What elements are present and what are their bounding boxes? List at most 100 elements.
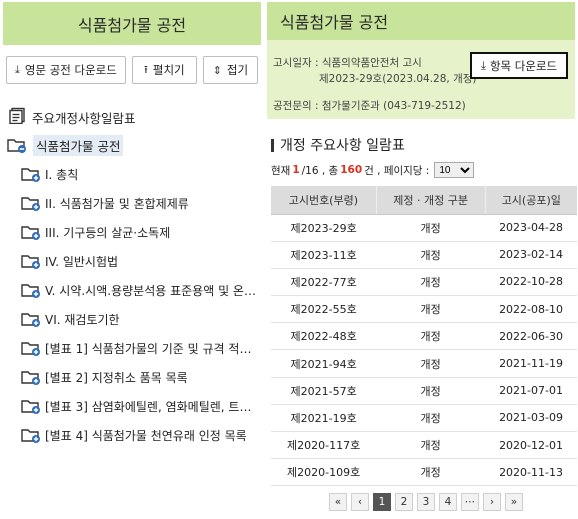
first-page-button[interactable]: « bbox=[329, 493, 347, 511]
cell-date: 2021-11-19 bbox=[485, 349, 577, 378]
tree-item-6[interactable]: VI. 재검토기한 bbox=[3, 308, 261, 330]
tree-item-4[interactable]: IV. 일반시험법 bbox=[3, 250, 261, 272]
cell-date: 2020-12-01 bbox=[485, 431, 577, 460]
english-download-button[interactable]: ⤓ 영문 공전 다운로드 bbox=[6, 56, 126, 84]
cell-type: 개정 bbox=[376, 404, 486, 433]
cell-type: 개정 bbox=[376, 431, 486, 460]
download-icon: ⤓ bbox=[480, 58, 486, 72]
cell-type: 개정 bbox=[376, 458, 486, 487]
collapse-all-label: 접기 bbox=[226, 63, 249, 77]
cell-date: 2023-02-14 bbox=[485, 241, 577, 269]
cell-notice-no: 제2023-29호 bbox=[271, 214, 377, 242]
cell-notice-no: 제2020-117호 bbox=[271, 431, 377, 460]
table-row[interactable]: 제2021-57호 개정 2021-07-01 bbox=[271, 377, 577, 405]
item-download-button[interactable]: ⤓ 항목 다운로드 bbox=[470, 52, 568, 79]
page-1-button[interactable]: 1 bbox=[373, 493, 391, 511]
tree-item-label: V. 시약.시액.용량분석용 표준용액 및 온도계 bbox=[45, 283, 257, 298]
notice-number: 제2023-29호(2023.04.28, 개정) bbox=[319, 73, 477, 85]
folder-plus-icon bbox=[21, 428, 41, 443]
tree-item-2[interactable]: II. 식품첨가물 및 혼합제제류 bbox=[3, 192, 261, 214]
right-panel: 식품첨가물 공전 고시일자 : 식품의약품안전처 고시 제2023-29호(20… bbox=[267, 2, 577, 517]
next-page-button[interactable]: › bbox=[483, 493, 501, 511]
tree-item-5[interactable]: V. 시약.시액.용량분석용 표준용액 및 온도계 bbox=[3, 279, 261, 301]
tree-item-label: II. 식품첨가물 및 혼합제제류 bbox=[45, 196, 189, 211]
toolbar: ⤓ 영문 공전 다운로드 ⭱ 펼치기 ⇕ 접기 bbox=[3, 45, 261, 84]
column-header-date: 고시(공포)일 bbox=[484, 186, 577, 215]
folder-plus-icon bbox=[21, 225, 41, 240]
cell-notice-no: 제2020-109호 bbox=[271, 458, 377, 487]
left-panel: 식품첨가물 공전 ⤓ 영문 공전 다운로드 ⭱ 펼치기 ⇕ 접기 주요개정사항일… bbox=[3, 2, 261, 517]
more-pages-button[interactable]: ⋯ bbox=[461, 493, 479, 511]
cell-date: 2023-04-28 bbox=[485, 214, 577, 242]
cell-notice-no: 제2021-19호 bbox=[271, 404, 377, 433]
cell-notice-no: 제2022-55호 bbox=[271, 295, 377, 324]
english-download-label: 영문 공전 다운로드 bbox=[24, 63, 117, 77]
tree-item-3[interactable]: III. 기구등의 살균·소독제 bbox=[3, 221, 261, 243]
tree-item-label: I. 총칙 bbox=[45, 167, 79, 182]
cell-notice-no: 제2021-94호 bbox=[271, 349, 377, 378]
left-panel-title: 식품첨가물 공전 bbox=[3, 2, 261, 45]
tree-item-label: III. 기구등의 살균·소독제 bbox=[45, 225, 171, 240]
collapse-icon: ⇕ bbox=[212, 63, 222, 77]
tree-root-label: 주요개정사항일람표 bbox=[32, 110, 136, 126]
last-page-button[interactable]: » bbox=[505, 493, 523, 511]
cell-notice-no: 제2022-48호 bbox=[271, 322, 377, 351]
tree-root-summary[interactable]: 주요개정사항일람표 bbox=[3, 106, 261, 128]
folder-plus-icon bbox=[21, 312, 41, 327]
table-row[interactable]: 제2022-55호 개정 2022-08-10 bbox=[271, 295, 577, 324]
tree-item-7[interactable]: [별표 1] 식품첨가물의 기준 및 규격 적용 예외 bbox=[3, 337, 261, 359]
cell-date: 2021-03-09 bbox=[485, 404, 577, 433]
folder-plus-icon bbox=[21, 254, 41, 269]
meta-total-count: 160 bbox=[340, 164, 363, 176]
table-row[interactable]: 제2020-117호 개정 2020-12-01 bbox=[271, 431, 577, 460]
table-row[interactable]: 제2023-29호 개정 2023-04-28 bbox=[271, 214, 577, 242]
cell-type: 개정 bbox=[376, 295, 486, 324]
tree-item-label: IV. 일반시험법 bbox=[45, 254, 119, 269]
folder-plus-icon bbox=[21, 341, 41, 356]
list-document-icon bbox=[9, 107, 26, 127]
page-3-button[interactable]: 3 bbox=[417, 493, 435, 511]
page-4-button[interactable]: 4 bbox=[439, 493, 457, 511]
table-row[interactable]: 제2022-48호 개정 2022-06-30 bbox=[271, 322, 577, 351]
cell-date: 2022-06-30 bbox=[485, 322, 577, 351]
tree-item-label: [별표 1] 식품첨가물의 기준 및 규격 적용 예외 bbox=[45, 341, 257, 356]
cell-type: 개정 bbox=[376, 322, 486, 351]
meta-total-pages: /16 , 총 bbox=[301, 164, 339, 177]
folder-minus-icon bbox=[7, 138, 27, 153]
folder-plus-icon bbox=[21, 399, 41, 414]
notice-box: 고시일자 : 식품의약품안전처 고시 제2023-29호(2023.04.28,… bbox=[267, 40, 575, 119]
cell-type: 개정 bbox=[376, 268, 486, 297]
tree-item-10[interactable]: [별표 4] 식품첨가물 천연유래 인정 목록 bbox=[3, 424, 261, 446]
expand-all-button[interactable]: ⭱ 펼치기 bbox=[131, 56, 197, 84]
notice-contact: 공전문의 : 첨가물기준과 (043-719-2512) bbox=[273, 100, 466, 112]
tree-node-food-additive-code[interactable]: 식품첨가물 공전 bbox=[3, 134, 261, 156]
page-2-button[interactable]: 2 bbox=[395, 493, 413, 511]
notice-date-label: 고시일자 : 식품의약품안전처 고시 bbox=[273, 57, 422, 69]
table-row[interactable]: 제2022-77호 개정 2022-10-28 bbox=[271, 268, 577, 297]
table-row[interactable]: 제2020-109호 개정 2020-11-13 bbox=[271, 458, 577, 487]
table-row[interactable]: 제2021-94호 개정 2021-11-19 bbox=[271, 349, 577, 378]
cell-type: 개정 bbox=[376, 241, 486, 269]
prev-page-button[interactable]: ‹ bbox=[351, 493, 369, 511]
tree-item-label: [별표 2] 지정취소 품목 목록 bbox=[45, 370, 188, 385]
column-header-type: 제정 · 개정 구분 bbox=[375, 186, 486, 215]
tree-node-label: 식품첨가물 공전 bbox=[33, 134, 124, 156]
tree-item-1[interactable]: I. 총칙 bbox=[3, 163, 261, 185]
table-row[interactable]: 제2021-19호 개정 2021-03-09 bbox=[271, 404, 577, 433]
meta-suffix: 건 , 페이지당 : bbox=[364, 164, 430, 177]
tree-item-9[interactable]: [별표 3] 삼염화에틸렌, 염화메틸렌, 트리클로로에틸렌 bbox=[3, 395, 261, 417]
cell-date: 2022-08-10 bbox=[485, 295, 577, 324]
pagination: « ‹ 1 2 3 4 ⋯ › » bbox=[329, 493, 523, 511]
folder-plus-icon bbox=[21, 370, 41, 385]
tree-item-8[interactable]: [별표 2] 지정취소 품목 목록 bbox=[3, 366, 261, 388]
cell-date: 2021-07-01 bbox=[485, 377, 577, 405]
table-row[interactable]: 제2023-11호 개정 2023-02-14 bbox=[271, 241, 577, 269]
per-page-select[interactable]: 10 bbox=[434, 162, 475, 178]
cell-type: 개정 bbox=[376, 214, 486, 242]
section-title-text: 개정 주요사항 일람표 bbox=[280, 138, 405, 154]
download-icon: ⤓ bbox=[15, 63, 20, 76]
folder-plus-icon bbox=[21, 167, 41, 182]
collapse-all-button[interactable]: ⇕ 접기 bbox=[202, 56, 258, 84]
section-title: 개정 주요사항 일람표 bbox=[267, 135, 575, 155]
item-download-label: 항목 다운로드 bbox=[489, 58, 558, 73]
